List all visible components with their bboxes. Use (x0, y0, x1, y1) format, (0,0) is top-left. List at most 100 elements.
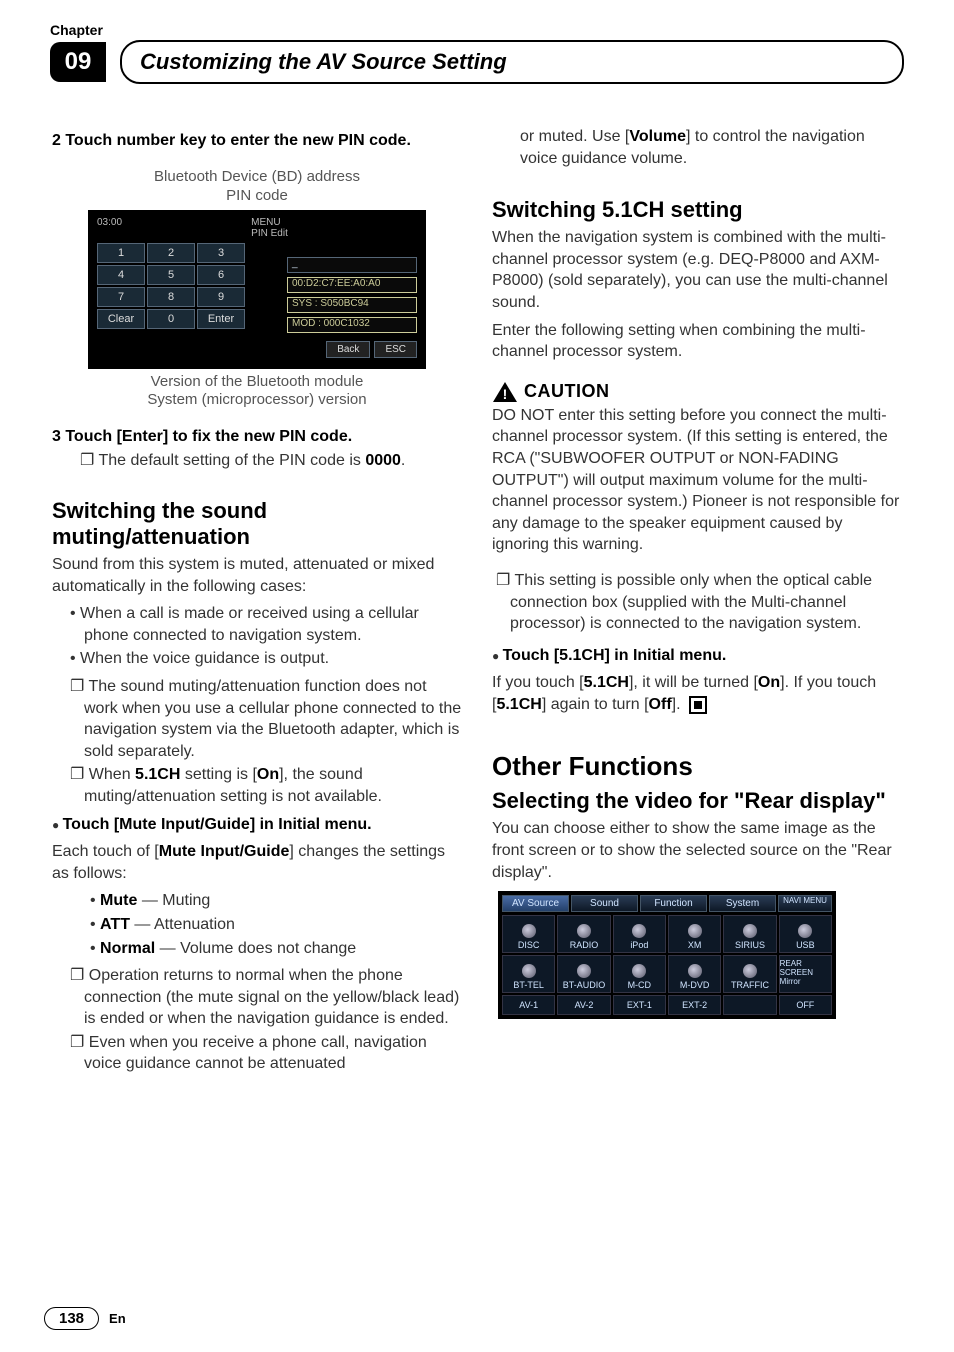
caution-body: DO NOT enter this setting before you con… (492, 405, 902, 556)
pin-esc-button[interactable]: ESC (374, 341, 417, 358)
pin-caption-pin: PIN code (226, 187, 288, 204)
heading-rear-display: Selecting the video for "Rear display" (492, 788, 902, 814)
av-av2[interactable]: AV-2 (557, 995, 610, 1015)
mute-note-2: When 5.1CH setting is [On], the sound mu… (70, 764, 462, 807)
caution-icon: ! (492, 381, 518, 403)
av-av1[interactable]: AV-1 (502, 995, 555, 1015)
av-mcd[interactable]: M-CD (613, 955, 666, 993)
pin-keypad: 1 2 3 4 5 6 7 8 9 Clear 0 Enter (97, 243, 245, 358)
mcd-icon (632, 964, 646, 978)
key-5[interactable]: 5 (147, 265, 195, 285)
touch-mute-desc: Each touch of [Mute Input/Guide] changes… (52, 841, 462, 884)
pin-time: 03:00 (97, 217, 122, 239)
pin-caption-top: Bluetooth Device (BD) address PIN code (52, 168, 462, 206)
opt-mute: Mute — Muting (90, 890, 462, 912)
mute-bullet-2: When the voice guidance is output. (70, 648, 462, 670)
key-3[interactable]: 3 (197, 243, 245, 263)
av-usb[interactable]: USB (779, 915, 832, 953)
rear-display-desc: You can choose either to show the same i… (492, 818, 902, 883)
mute-bullet-1: When a call is made or received using a … (70, 603, 462, 646)
pin-field-mod: MOD : 000C1032 (287, 317, 417, 333)
p51b: Enter the following setting when combini… (492, 320, 902, 363)
key-enter[interactable]: Enter (197, 309, 245, 329)
av-bttel[interactable]: BT-TEL (502, 955, 555, 993)
heading-51ch: Switching 5.1CH setting (492, 197, 902, 223)
key-6[interactable]: 6 (197, 265, 245, 285)
bttel-icon (522, 964, 536, 978)
mdvd-icon (688, 964, 702, 978)
touch-51ch-desc: If you touch [5.1CH], it will be turned … (492, 672, 902, 715)
heading-mute: Switching the sound muting/attenuation (52, 498, 462, 550)
mute-intro: Sound from this system is muted, attenua… (52, 554, 462, 597)
av-disc[interactable]: DISC (502, 915, 555, 953)
continuation-para: or muted. Use [Volume] to control the na… (520, 126, 902, 169)
key-clear[interactable]: Clear (97, 309, 145, 329)
key-9[interactable]: 9 (197, 287, 245, 307)
pin-menu-label: MENU (251, 217, 280, 228)
pin-back-button[interactable]: Back (326, 341, 370, 358)
page-language: En (109, 1311, 126, 1326)
av-ext1[interactable]: EXT-1 (613, 995, 666, 1015)
opt-note-2: Even when you receive a phone call, navi… (70, 1032, 462, 1075)
svg-text:!: ! (503, 386, 508, 402)
av-tab-system[interactable]: System (709, 895, 776, 912)
usb-icon (798, 924, 812, 938)
pin-caption-bd: Bluetooth Device (BD) address (154, 168, 360, 185)
chapter-number-badge: 09 (50, 42, 106, 82)
key-8[interactable]: 8 (147, 287, 195, 307)
pin-caption-bottom: Version of the Bluetooth module System (… (52, 373, 462, 411)
traffic-icon (743, 964, 757, 978)
av-blank (723, 995, 776, 1015)
ipod-icon (632, 924, 646, 938)
pin-caption-btmod: Version of the Bluetooth module (151, 373, 364, 390)
disc-icon (522, 924, 536, 938)
opt-note-1: Operation returns to normal when the pho… (70, 965, 462, 1030)
av-tab-sound[interactable]: Sound (571, 895, 638, 912)
touch-mute-heading: Touch [Mute Input/Guide] in Initial menu… (52, 814, 462, 836)
key-1[interactable]: 1 (97, 243, 145, 263)
av-ext2[interactable]: EXT-2 (668, 995, 721, 1015)
caution-label: CAUTION (524, 381, 610, 402)
av-tab-function[interactable]: Function (640, 895, 707, 912)
av-btaudio[interactable]: BT-AUDIO (557, 955, 610, 993)
opt-normal: Normal — Volume does not change (90, 938, 462, 960)
av-rear-screen[interactable]: REAR SCREEN Mirror (779, 955, 832, 993)
radio-icon (577, 924, 591, 938)
key-7[interactable]: 7 (97, 287, 145, 307)
opt-att: ATT — Attenuation (90, 914, 462, 936)
note-51ch: This setting is possible only when the o… (496, 570, 902, 635)
av-off[interactable]: OFF (779, 995, 832, 1015)
av-ipod[interactable]: iPod (613, 915, 666, 953)
step-2-heading: 2 Touch number key to enter the new PIN … (52, 132, 462, 150)
sirius-icon (743, 924, 757, 938)
pin-field-bd: 00:D2:C7:EE:A0:A0 (287, 277, 417, 293)
av-sirius[interactable]: SIRIUS (723, 915, 776, 953)
key-2[interactable]: 2 (147, 243, 195, 263)
pin-editor-screenshot: 03:00 MENU PIN Edit 1 2 3 4 5 6 (88, 210, 426, 369)
p51a: When the navigation system is combined w… (492, 227, 902, 313)
step-3-heading: 3 Touch [Enter] to fix the new PIN code. (52, 428, 462, 446)
chapter-label: Chapter (50, 22, 904, 38)
av-source-screenshot: AV Source Sound Function System NAVI MEN… (498, 891, 836, 1019)
btaudio-icon (577, 964, 591, 978)
av-mdvd[interactable]: M-DVD (668, 955, 721, 993)
key-0[interactable]: 0 (147, 309, 195, 329)
pin-field-value: _ (287, 257, 417, 273)
page-number: 138 (44, 1307, 99, 1330)
av-xm[interactable]: XM (668, 915, 721, 953)
step-3-note: The default setting of the PIN code is 0… (80, 450, 462, 470)
pin-caption-sysver: System (microprocessor) version (147, 391, 366, 408)
page-title: Customizing the AV Source Setting (120, 40, 904, 84)
av-tab-source[interactable]: AV Source (502, 895, 569, 912)
key-4[interactable]: 4 (97, 265, 145, 285)
section-end-icon (689, 696, 707, 714)
mute-note-1: The sound muting/attenuation function do… (70, 676, 462, 762)
pin-field-sys: SYS : S050BC94 (287, 297, 417, 313)
av-traffic[interactable]: TRAFFIC (723, 955, 776, 993)
av-tab-navi[interactable]: NAVI MENU (778, 895, 832, 912)
heading-other-functions: Other Functions (492, 751, 902, 782)
xm-icon (688, 924, 702, 938)
av-radio[interactable]: RADIO (557, 915, 610, 953)
pin-sub-label: PIN Edit (251, 228, 288, 239)
touch-51ch-heading: Touch [5.1CH] in Initial menu. (492, 645, 902, 667)
